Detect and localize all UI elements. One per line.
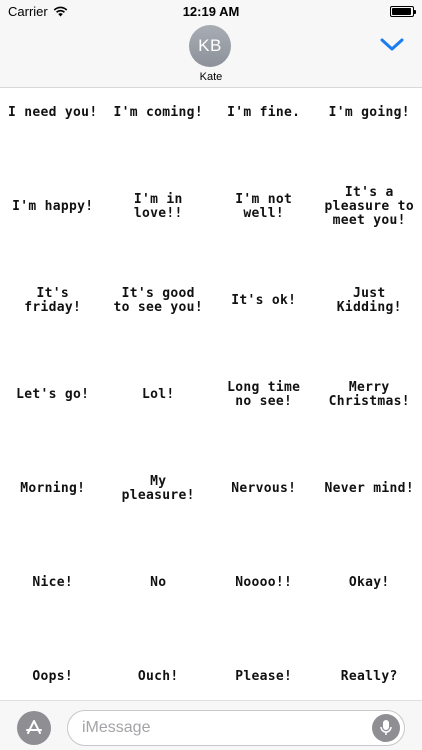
sticker-item[interactable]: I'm coming!	[106, 88, 212, 182]
status-left: Carrier	[8, 4, 68, 19]
sticker-label: It's good to see you!	[113, 286, 203, 315]
sticker-label: Lol!	[141, 387, 175, 402]
sticker-label: I'm in love!!	[133, 192, 183, 221]
carrier-label: Carrier	[8, 3, 48, 19]
sticker-item[interactable]: Ouch!	[106, 652, 212, 700]
sticker-item[interactable]: It's ok!	[211, 276, 317, 370]
mic-button[interactable]	[372, 714, 400, 742]
sticker-item[interactable]: I'm happy!	[0, 182, 106, 276]
sticker-item[interactable]: Morning!	[0, 464, 106, 558]
sticker-label: I need you!	[8, 105, 98, 120]
sticker-item[interactable]: I'm in love!!	[106, 182, 212, 276]
app-store-icon	[26, 720, 42, 734]
sticker-item[interactable]: I'm not well!	[211, 182, 317, 276]
avatar[interactable]: KB	[189, 25, 231, 67]
sticker-label: Just Kidding!	[336, 286, 402, 315]
sticker-label: Never mind!	[324, 481, 414, 496]
sticker-label: Ouch!	[137, 669, 179, 684]
sticker-label: I'm fine.	[227, 105, 301, 120]
sticker-label: I'm happy!	[12, 199, 94, 214]
sticker-label: I'm coming!	[113, 105, 203, 120]
sticker-item[interactable]: Just Kidding!	[317, 276, 422, 370]
sticker-item[interactable]: Lol!	[106, 370, 212, 464]
sticker-item[interactable]: I'm going!	[317, 88, 422, 182]
sticker-label: My pleasure!	[121, 474, 195, 503]
sticker-item[interactable]: It's friday!	[0, 276, 106, 370]
sticker-item[interactable]: Nervous!	[211, 464, 317, 558]
sticker-label: It's a pleasure to meet you!	[324, 185, 414, 228]
sticker-label: It's friday!	[24, 286, 82, 315]
conversation-header: KB Kate	[0, 22, 422, 88]
message-field[interactable]	[67, 710, 405, 746]
microphone-icon	[380, 720, 392, 735]
sticker-item[interactable]: I'm fine.	[211, 88, 317, 182]
sticker-label: No	[150, 575, 167, 590]
sticker-item[interactable]: Please!	[211, 652, 317, 700]
chevron-down-icon[interactable]	[380, 38, 404, 52]
sticker-item[interactable]: Really?	[317, 652, 422, 700]
sticker-item[interactable]: Noooo!!	[211, 558, 317, 652]
wifi-icon	[53, 6, 67, 16]
sticker-label: Nice!	[32, 575, 74, 590]
sticker-item[interactable]: Let's go!	[0, 370, 106, 464]
sticker-item[interactable]: My pleasure!	[106, 464, 212, 558]
battery-fill	[392, 7, 411, 15]
sticker-item[interactable]: Long time no see!	[211, 370, 317, 464]
sticker-label: Oops!	[32, 669, 74, 684]
battery-icon	[390, 5, 416, 17]
sticker-label: Merry Christmas!	[328, 380, 410, 409]
sticker-label: Really?	[340, 669, 398, 684]
sticker-label: I'm going!	[328, 105, 410, 120]
sticker-label: Noooo!!	[235, 575, 293, 590]
message-input[interactable]	[82, 711, 362, 745]
sticker-item[interactable]: Okay!	[317, 558, 422, 652]
sticker-item[interactable]: Oops!	[0, 652, 106, 700]
sticker-label: It's ok!	[231, 293, 297, 308]
sticker-item[interactable]: Nice!	[0, 558, 106, 652]
sticker-label: I'm not well!	[235, 192, 293, 221]
sticker-grid: I need you! I'm coming! I'm fine. I'm going…	[0, 88, 422, 700]
sticker-label: Nervous!	[231, 481, 297, 496]
input-bar	[0, 700, 422, 750]
app-store-button[interactable]	[17, 711, 51, 745]
sticker-label: Long time no see!	[227, 380, 301, 409]
sticker-label: Please!	[235, 669, 293, 684]
sticker-item[interactable]: I need you!	[0, 88, 106, 182]
sticker-item[interactable]: Merry Christmas!	[317, 370, 422, 464]
sticker-item[interactable]: It's a pleasure to meet you!	[317, 182, 422, 276]
contact-name[interactable]: Kate	[0, 71, 422, 83]
sticker-label: Let's go!	[16, 387, 90, 402]
status-bar: Carrier 12:19 AM	[0, 0, 422, 22]
sticker-item[interactable]: No	[106, 558, 212, 652]
sticker-item[interactable]: Never mind!	[317, 464, 422, 558]
sticker-label: Morning!	[20, 481, 86, 496]
sticker-label: Okay!	[348, 575, 390, 590]
sticker-item[interactable]: It's good to see you!	[106, 276, 212, 370]
